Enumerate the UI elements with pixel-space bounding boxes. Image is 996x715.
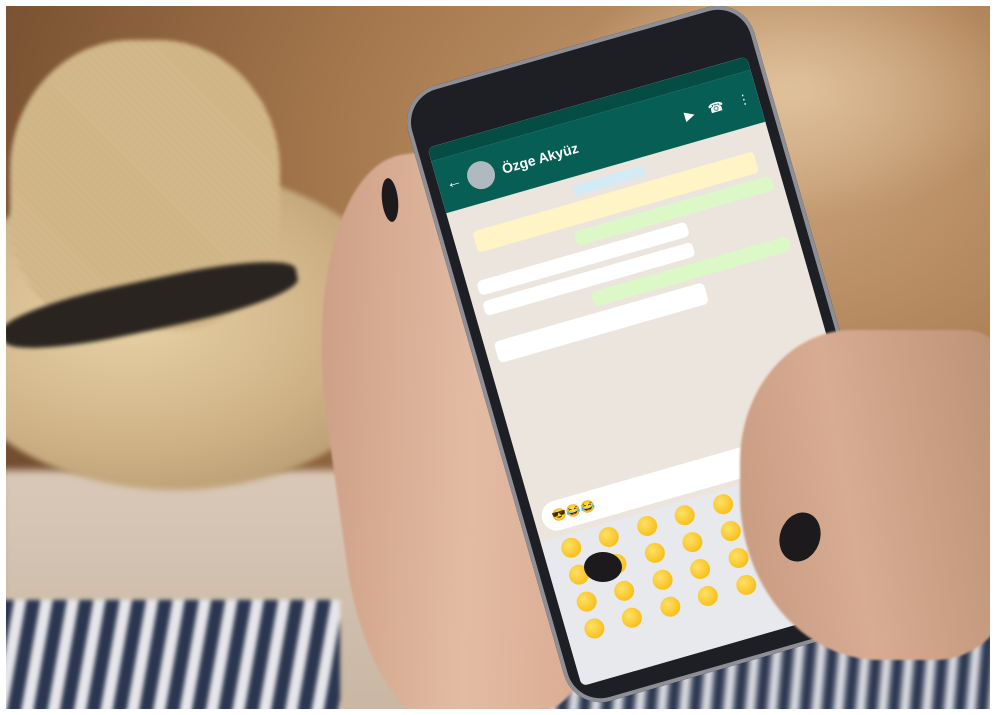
emoji-key[interactable] [718,518,743,544]
avatar[interactable] [463,157,499,193]
emoji-key[interactable] [695,583,721,609]
emoji-key[interactable] [558,535,584,561]
more-options-icon[interactable]: ⋮ [735,90,752,108]
emoji-key[interactable] [687,556,713,582]
emoji-key[interactable] [680,529,705,555]
emoji-key[interactable] [634,513,660,539]
photo-scene: ← Özge Akyüz ▶ ☎ ⋮ 😎😂😂 [0,0,996,715]
emoji-key[interactable] [612,578,637,604]
emoji-key[interactable] [574,589,599,615]
back-arrow-icon[interactable]: ← [444,172,464,194]
phone-call-icon[interactable]: ☎ [706,98,726,117]
fingernail [584,552,622,582]
emoji-key[interactable] [672,502,698,528]
emoji-key[interactable] [710,491,736,517]
emoji-key[interactable] [642,540,668,566]
emoji-key[interactable] [581,616,607,641]
emoji-key[interactable] [657,594,683,620]
emoji-key[interactable] [619,605,645,631]
emoji-key[interactable] [649,567,675,593]
video-call-icon[interactable]: ▶ [683,106,697,123]
striped-shirt [0,600,340,715]
emoji-key[interactable] [596,524,622,550]
message-input-text: 😎😂😂 [550,497,597,524]
emoji-key[interactable] [733,572,759,598]
